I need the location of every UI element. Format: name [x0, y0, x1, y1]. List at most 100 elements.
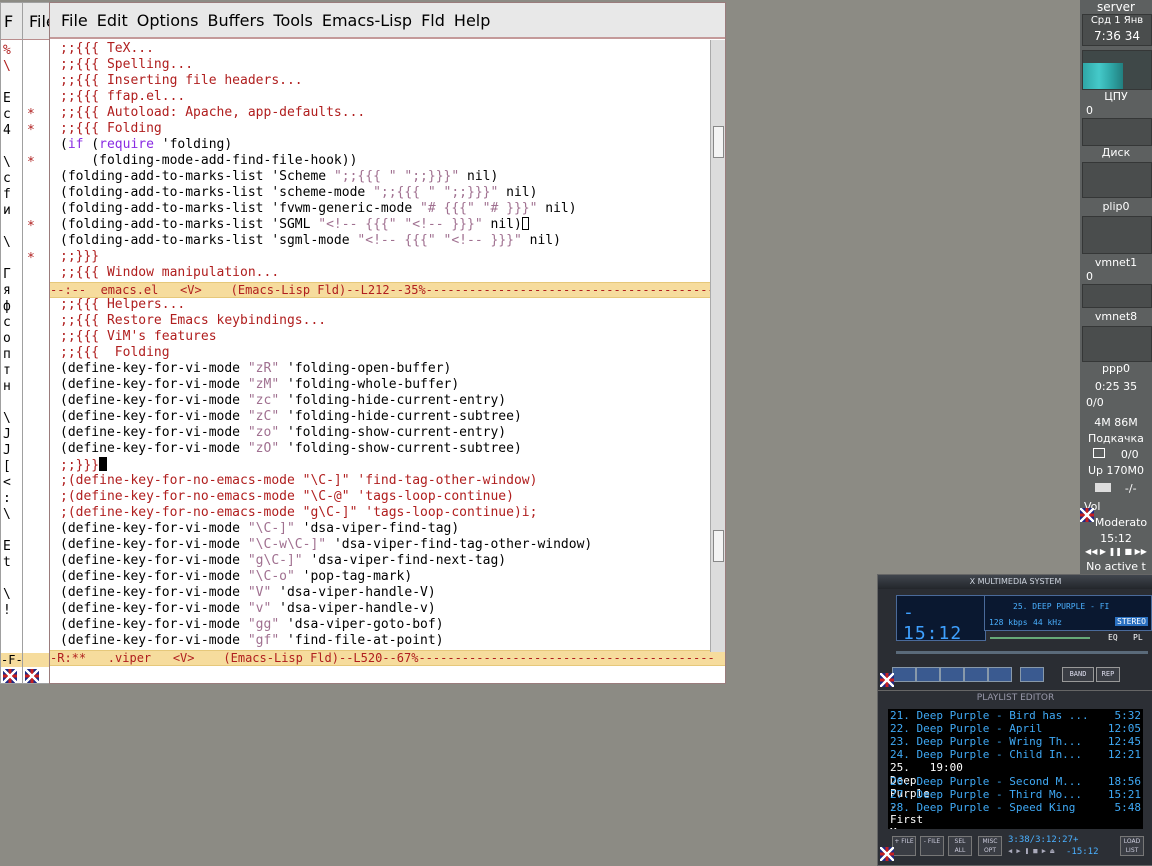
editor-pane-bottom[interactable]: ;;{{{ Helpers... ;;{{{ Restore Emacs keyb… — [50, 297, 710, 651]
eject-button[interactable] — [1020, 667, 1044, 682]
playlist-list[interactable]: 21. Deep Purple - Bird has ... 5:32 22. De… — [888, 709, 1143, 829]
gk-mem2: 86M — [1114, 416, 1138, 429]
code-line: ;;{{{ Inserting file headers... — [60, 73, 303, 88]
code-line: (define-key-for-vi-mode "v" 'dsa-viper-h… — [60, 601, 436, 616]
playlist-item[interactable]: 23. Deep Purple - Wring Th... 12:45 — [888, 735, 1143, 748]
code-line: ;;{{{ ViM's features — [60, 329, 217, 344]
xmms-song: 25. DEEP PURPLE - FI — [1013, 602, 1110, 611]
xmms-kbps: 128 kbps — [989, 618, 1028, 627]
menu-options[interactable]: Options — [137, 11, 199, 30]
playlist-item-name: 22. Deep Purple - April — [890, 722, 1043, 735]
playlist-controls[interactable]: ◀ ▶ ❚ ■ ▶ ⏏ — [1008, 847, 1054, 855]
playlist-window[interactable]: PLAYLIST EDITOR 21. Deep Purple - Bird h… — [877, 690, 1152, 866]
editor-pane-top[interactable]: ;;{{{ TeX... ;;{{{ Spelling... ;;{{{ Inser… — [50, 41, 710, 281]
select-all-button[interactable]: SEL ALL — [948, 836, 972, 856]
scrollbar[interactable] — [710, 40, 725, 652]
xmms-band-button[interactable]: BAND — [1062, 667, 1094, 682]
menu-file[interactable]: File — [61, 11, 88, 30]
code-line: (define-key-for-vi-mode "\C-]" 'dsa-vipe… — [60, 521, 460, 536]
menu-emacs-lisp[interactable]: Emacs-Lisp — [322, 11, 412, 30]
gk-track: Moderato — [1094, 516, 1148, 529]
playlist-item-name: 21. Deep Purple - Bird has ... — [890, 709, 1089, 722]
minibuffer[interactable] — [50, 667, 725, 683]
load-list-button[interactable]: LOAD LIST — [1120, 836, 1144, 856]
code-line: (define-key-for-vi-mode "V" 'dsa-viper-h… — [60, 585, 436, 600]
pause-button[interactable] — [940, 667, 964, 682]
menu-help[interactable]: Help — [454, 11, 490, 30]
playlist-item-name: 27. Deep Purple - Third Mo... — [890, 788, 1083, 801]
xmms-window[interactable]: X MULTIMEDIA SYSTEM - 15:12 25. DEEP PUR… — [877, 574, 1152, 692]
code-line: ;;{{{ TeX... — [60, 41, 154, 56]
playlist-item-name: 26. Deep Purple - Second M... — [890, 775, 1083, 788]
code-line: (folding-add-to-marks-list 'sgml-mode "<… — [60, 233, 561, 248]
text-back-1: % \ E c 4 \ c f и \ Г я ф с о п т н \ J … — [3, 43, 11, 618]
keyboard-flag-icon — [3, 669, 17, 683]
gk-net4-label: ppp0 — [1102, 362, 1130, 375]
remove-file-button[interactable]: - FILE — [920, 836, 944, 856]
code-line: ;;{{{ Window manipulation... — [60, 265, 280, 280]
gk-date: Срд 1 Янв — [1090, 15, 1144, 26]
code-line: (define-key-for-vi-mode "\C-w\C-]" 'dsa-… — [60, 537, 593, 552]
next-button[interactable] — [988, 667, 1012, 682]
playlist-item[interactable]: 22. Deep Purple - April 12:05 — [888, 722, 1143, 735]
cpu-graph — [1082, 50, 1152, 90]
code-line: ;;{{{ Folding — [60, 345, 170, 360]
playlist-item-name: 28. Deep Purple - Speed King — [890, 801, 1076, 814]
gk-disk-label: Диск — [1101, 146, 1131, 159]
xmms-pl-toggle[interactable]: PL — [1133, 633, 1143, 642]
scrollbar-thumb-top[interactable] — [713, 126, 724, 158]
add-file-button[interactable]: + FILE — [892, 836, 916, 856]
volume-slider[interactable] — [990, 637, 1090, 639]
net3-graph — [1082, 284, 1152, 308]
misc-options-button[interactable]: MISC OPT — [978, 836, 1002, 856]
menubar: File Edit Options Buffers Tools Emacs-Li… — [50, 3, 725, 39]
code-line: ;;{{{ Folding — [60, 121, 162, 136]
gk-clock: Срд 1 Янв 7:36 34 — [1082, 14, 1152, 46]
xmms-rep-button[interactable]: REP — [1096, 667, 1120, 682]
xmms-stereo: STEREO — [1115, 617, 1148, 626]
code-line: (define-key-for-vi-mode "zR" 'folding-op… — [60, 361, 452, 376]
playlist-item[interactable]: 27. Deep Purple - Third Mo... 15:21 — [888, 788, 1143, 801]
play-button[interactable] — [916, 667, 940, 682]
gk-uptime: Up 170M0 — [1087, 464, 1144, 477]
menu-buffers[interactable]: Buffers — [208, 11, 265, 30]
gk-cpu-value: 0 — [1086, 104, 1093, 117]
code-line: (define-key-for-vi-mode "gf" 'find-file-… — [60, 633, 444, 648]
xmms-eq-toggle[interactable]: EQ — [1108, 633, 1118, 642]
menu-fld[interactable]: Fld — [421, 11, 445, 30]
prev-button[interactable] — [892, 667, 916, 682]
code-line: (folding-add-to-marks-list 'fvwm-generic… — [60, 201, 577, 216]
seek-slider[interactable] — [896, 651, 1148, 654]
code-line: (define-key-for-vi-mode "g\C-]" 'dsa-vip… — [60, 553, 507, 568]
code-line: ;;{{{ ffap.el... — [60, 89, 186, 104]
code-line: (define-key-for-vi-mode "zc" 'folding-hi… — [60, 393, 507, 408]
net1-graph — [1082, 162, 1152, 198]
playlist-item-name: 25. Deep Purple - First Mo... — [890, 761, 930, 829]
emacs-window[interactable]: File Edit Options Buffers Tools Emacs-Li… — [49, 2, 726, 684]
code-line: (define-key-for-vi-mode "zM" 'folding-wh… — [60, 377, 460, 392]
menu-file-back-1[interactable]: F — [4, 12, 13, 31]
gk-net1-label: plip0 — [1102, 200, 1130, 213]
menu-tools[interactable]: Tools — [273, 11, 312, 30]
menu-edit[interactable]: Edit — [97, 11, 128, 30]
code-line: ;;{{{ Spelling... — [60, 57, 194, 72]
playlist-item[interactable]: 21. Deep Purple - Bird has ... 5:32 — [888, 709, 1143, 722]
modeline-top[interactable]: --:-- emacs.el <V> (Emacs-Lisp Fld)--L21… — [50, 282, 725, 298]
gk-player-controls[interactable]: ◀◀ ▶ ❚❚ ■ ▶▶ — [1080, 547, 1152, 556]
gk-status: No active t — [1086, 560, 1146, 573]
code-line: (define-key-for-vi-mode "zo" 'folding-sh… — [60, 425, 507, 440]
gkrellm-panel[interactable]: server Срд 1 Янв 7:36 34 ЦПУ 0 Диск plip… — [1080, 0, 1152, 576]
playlist-item[interactable]: 28. Deep Purple - Speed King 5:48 — [888, 801, 1143, 814]
playlist-item[interactable]: 26. Deep Purple - Second M... 18:56 — [888, 775, 1143, 788]
code-line: ;;{{{ Restore Emacs keybindings... — [60, 313, 327, 328]
scrollbar-thumb-bottom[interactable] — [713, 530, 724, 562]
playlist-item[interactable]: 24. Deep Purple - Child In... 12:21 — [888, 748, 1143, 761]
modeline-bottom[interactable]: -R:** .viper <V> (Emacs-Lisp Fld)--L520-… — [50, 650, 725, 666]
stop-button[interactable] — [964, 667, 988, 682]
keyboard-flag-icon — [880, 673, 894, 687]
gk-mail-count: 0/0 — [1120, 448, 1139, 461]
xmms-display: - 15:12 — [896, 595, 986, 644]
keyboard-flag-icon — [25, 669, 39, 683]
playlist-item[interactable]: 25. Deep Purple - First Mo...19:00 — [888, 761, 963, 829]
text-cursor — [99, 457, 108, 471]
